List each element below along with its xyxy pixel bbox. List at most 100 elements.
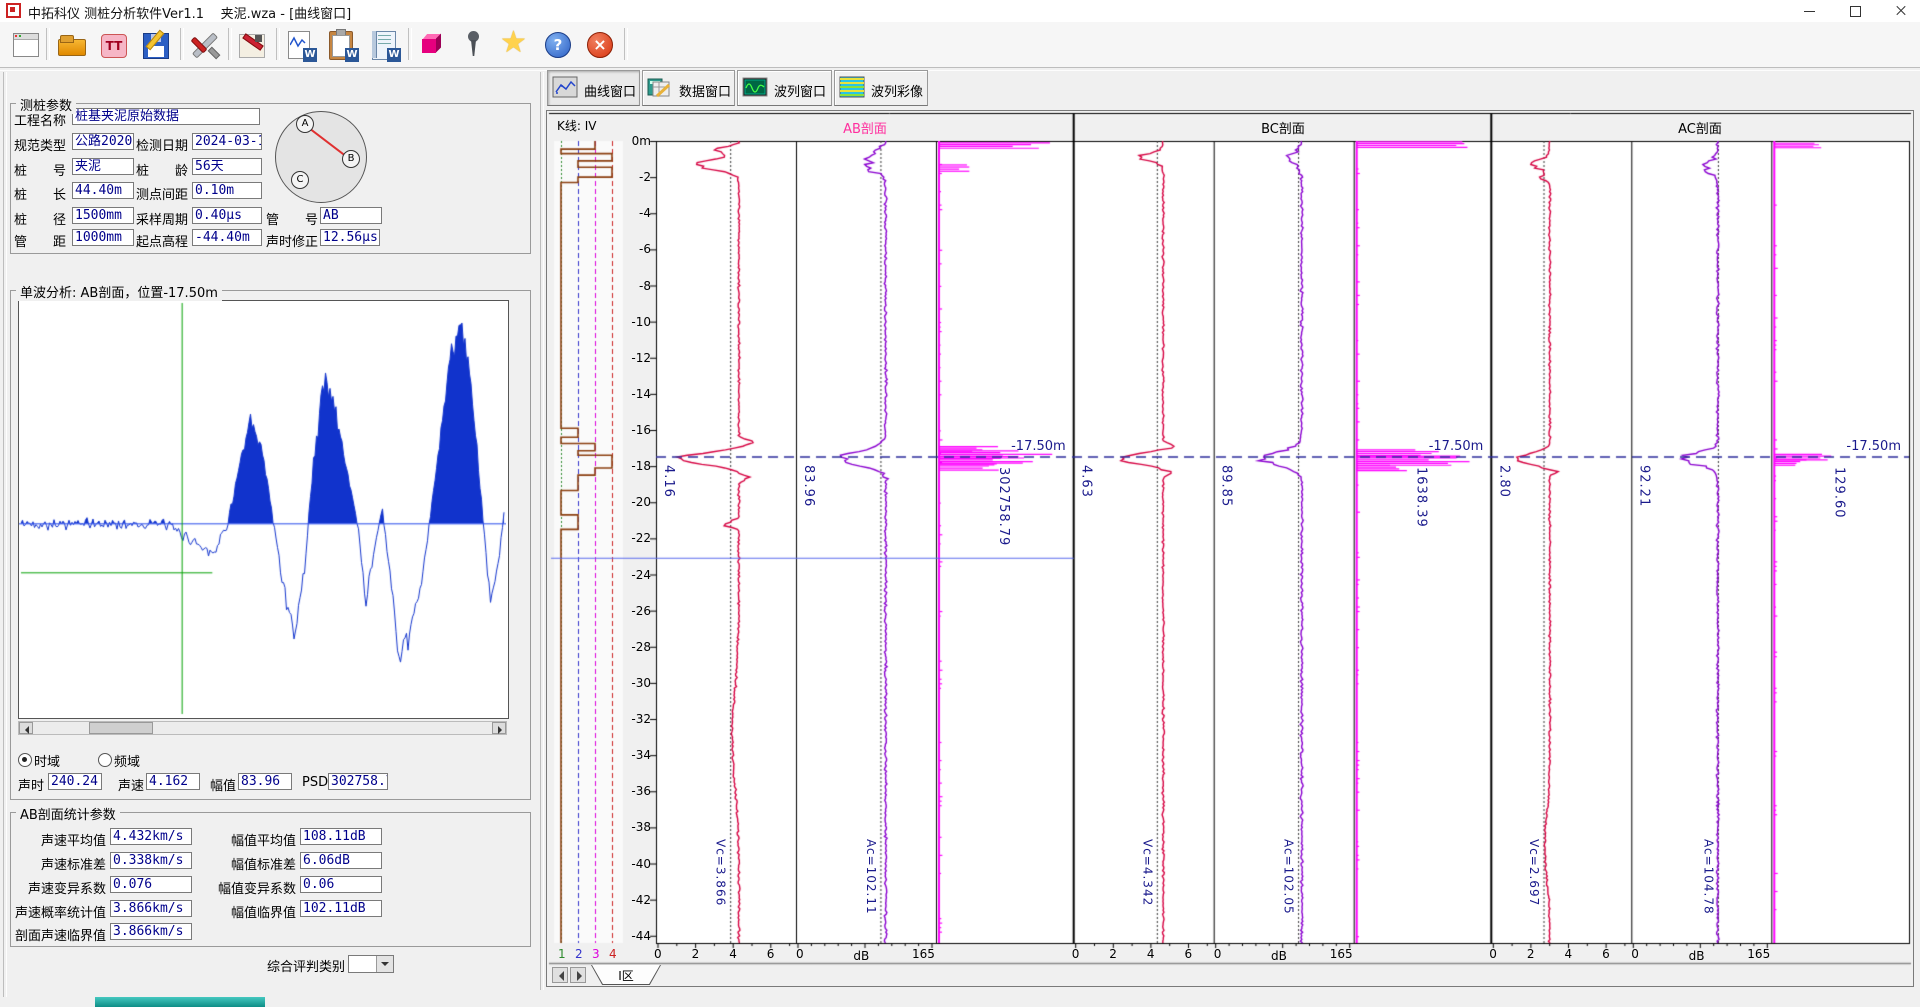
font-tt-icon[interactable]: TT — [96, 27, 132, 63]
scroll-left-arrow[interactable] — [19, 722, 33, 734]
stat-input[interactable]: 3.866km/s — [110, 900, 192, 917]
stat-input[interactable]: 6.06dB — [300, 852, 382, 869]
wave-field-input[interactable]: 302758.7 — [328, 773, 388, 790]
cursor-depth-label: -17.50m — [1419, 439, 1483, 454]
velocity-axis-tick: 4 — [729, 947, 737, 961]
waveform-scrollbar[interactable] — [18, 721, 507, 735]
exit-icon[interactable]: × — [582, 27, 618, 63]
param-label: 桩 径 — [14, 209, 66, 228]
wave-field-input[interactable]: 240.24 — [48, 773, 102, 790]
param-input[interactable]: 44.40m — [72, 182, 134, 199]
param-label: 桩 长 — [14, 184, 66, 203]
wave-field-input[interactable]: 4.162 — [146, 773, 200, 790]
velocity-critical-label: Vc=2.697 — [1527, 839, 1541, 906]
stat-input[interactable]: 0.06 — [300, 876, 382, 893]
favorite-star-icon[interactable]: ★ — [498, 27, 534, 63]
param-input[interactable]: 0.10m — [192, 182, 262, 199]
doc-tab-1[interactable]: 曲线窗口 — [547, 70, 640, 106]
param-input[interactable]: 0.40μs — [192, 207, 262, 224]
scroll-right-arrow[interactable] — [492, 722, 506, 734]
db-axis-min: 0 — [1631, 947, 1639, 961]
stat-label: 幅值平均值 — [186, 830, 296, 849]
sheet-tab-prev-arrow[interactable] — [552, 967, 568, 983]
param-input[interactable]: 公路2020 — [72, 133, 134, 150]
open-folder-icon[interactable] — [54, 27, 90, 63]
background-window-strip — [95, 997, 265, 1007]
param-label: 测点间距 — [136, 184, 188, 203]
amplitude-critical-label: Ac=104.78 — [1701, 839, 1715, 915]
param-input[interactable]: 2024-03-15 — [192, 133, 262, 150]
cube-3d-icon[interactable] — [414, 27, 450, 63]
param-input[interactable]: 12.56μs — [320, 229, 380, 246]
stat-label: 声速平均值 — [6, 830, 106, 849]
scrollbar-thumb[interactable] — [89, 722, 153, 734]
close-button[interactable] — [1878, 0, 1920, 22]
profile-chart-window[interactable]: K线: IV AB剖面 BC剖面 AC剖面 0m-2-4-6-8-10-12-1… — [546, 110, 1914, 987]
waveform-plot[interactable] — [18, 300, 509, 719]
param-label: 桩 龄 — [136, 160, 188, 179]
param-input[interactable]: 1000mm — [72, 229, 134, 246]
depth-tick-label: -8 — [619, 279, 651, 293]
param-input[interactable]: -44.40m — [192, 229, 262, 246]
report-doc-icon[interactable]: W — [324, 27, 360, 63]
stat-input[interactable]: 108.11dB — [300, 828, 382, 845]
velocity-axis-tick: 0 — [1489, 947, 1497, 961]
stat-input[interactable]: 3.866km/s — [110, 923, 192, 940]
doc-tab-3[interactable]: 波列窗口 — [737, 70, 832, 106]
stat-input[interactable]: 0.338km/s — [110, 852, 192, 869]
depth-tick-label: -6 — [619, 242, 651, 256]
color-image-icon — [839, 76, 867, 100]
mode-radio-time[interactable] — [18, 753, 32, 767]
wave-field-label: PSD — [302, 775, 328, 790]
maximize-button[interactable] — [1832, 0, 1878, 22]
verdict-combobox[interactable] — [348, 955, 394, 973]
panel-splitter[interactable] — [540, 72, 544, 990]
param-input[interactable]: 桩基夹泥原始数据 — [72, 108, 260, 125]
param-input[interactable]: 夹泥 — [72, 158, 134, 175]
depth-tick-label: -4 — [619, 206, 651, 220]
waveform-canvas[interactable] — [19, 301, 506, 716]
settings-tool-icon[interactable] — [234, 27, 270, 63]
stat-input[interactable]: 102.11dB — [300, 900, 382, 917]
tools-icon[interactable] — [186, 27, 222, 63]
k-zone-number: 3 — [592, 947, 600, 961]
stat-label: 声速变异系数 — [6, 878, 106, 897]
depth-tick-label: -14 — [619, 387, 651, 401]
cursor-amplitude-value: 83.96 — [801, 465, 816, 507]
depth-tick-label: -20 — [619, 495, 651, 509]
notebook-doc-icon[interactable]: W — [366, 27, 402, 63]
section-title-bc: BC剖面 — [1074, 118, 1492, 137]
curve-window-icon — [552, 76, 580, 100]
help-icon[interactable]: ? — [540, 27, 576, 63]
stat-input[interactable]: 0.076 — [110, 876, 192, 893]
param-input[interactable]: AB — [320, 207, 382, 224]
window-title: 中拓科仪 测桩分析软件Ver1.1 夹泥.wza - [曲线窗口] — [28, 3, 351, 22]
cursor-velocity-value: 2.80 — [1496, 465, 1511, 498]
combo-dropdown-arrow-icon[interactable] — [376, 956, 393, 972]
sheet-tab-next-arrow[interactable] — [570, 967, 586, 983]
depth-tick-label: -32 — [619, 712, 651, 726]
sheet-tab-zone1[interactable]: I区 — [591, 965, 661, 985]
param-label: 检测日期 — [136, 135, 188, 154]
save-icon[interactable] — [138, 27, 174, 63]
doc-tab-label: 波列彩像 — [871, 81, 923, 100]
depth-tick-label: -16 — [619, 423, 651, 437]
depth-tick-label: -36 — [619, 784, 651, 798]
section-title-ab: AB剖面 — [656, 118, 1074, 137]
pipe-point-b: B — [342, 150, 360, 168]
export-wave-doc-icon[interactable]: W — [282, 27, 318, 63]
new-window-icon[interactable] — [8, 27, 44, 63]
param-input[interactable]: 1500mm — [72, 207, 134, 224]
mode-radio-freq[interactable] — [98, 753, 112, 767]
wave-field-input[interactable]: 83.96 — [238, 773, 292, 790]
title-bar: 中拓科仪 测桩分析软件Ver1.1 夹泥.wza - [曲线窗口] — [0, 0, 1920, 23]
mode-radio-label: 频域 — [114, 751, 140, 770]
amplitude-critical-label: Ac=102.11 — [864, 839, 878, 915]
param-input[interactable]: 56天 — [192, 158, 262, 175]
minimize-button[interactable] — [1786, 0, 1832, 22]
mode-radio-label: 时域 — [34, 751, 60, 770]
doc-tab-4[interactable]: 波列彩像 — [834, 70, 928, 106]
probe-pin-icon[interactable] — [456, 27, 492, 63]
stat-input[interactable]: 4.432km/s — [110, 828, 192, 845]
doc-tab-2[interactable]: 数据窗口 — [642, 70, 735, 106]
